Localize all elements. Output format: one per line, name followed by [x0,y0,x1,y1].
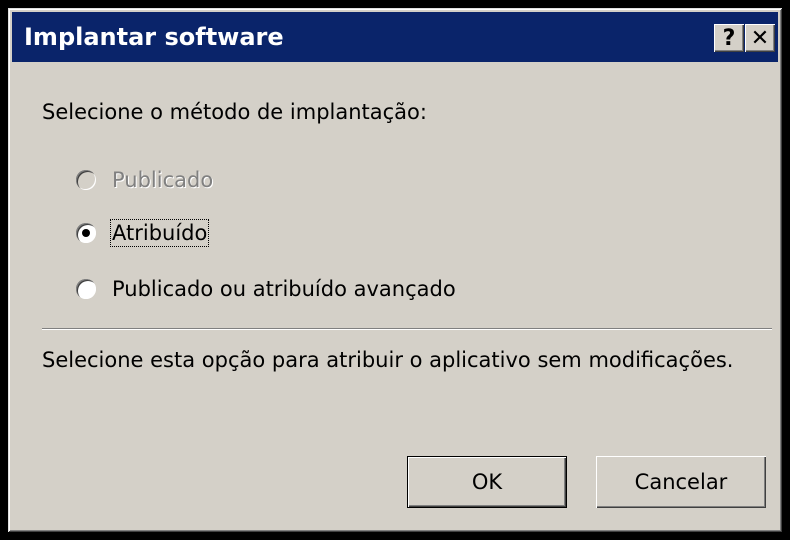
radio-selected-dot [82,229,90,237]
deploy-software-dialog: Implantar software ? ✕ Selecione o métod… [8,8,782,532]
radio-label-assigned: Atribuído [109,219,210,247]
window-title: Implantar software [24,23,284,51]
close-icon: ✕ [750,25,770,51]
radio-button-advanced[interactable] [76,279,96,299]
radio-label-published: Publicado [112,168,214,192]
radio-option-published[interactable]: Publicado [76,165,213,195]
option-description: Selecione esta opção para atribuir o apl… [42,348,734,372]
radio-button-published[interactable] [76,170,96,190]
radio-label-advanced: Publicado ou atribuído avançado [112,277,456,301]
radio-option-assigned[interactable]: Atribuído [76,218,210,248]
separator [42,328,772,330]
radio-button-assigned[interactable] [76,223,96,243]
radio-option-advanced[interactable]: Publicado ou atribuído avançado [76,274,456,304]
title-bar: Implantar software ? ✕ [12,12,778,62]
help-button[interactable]: ? [714,24,744,52]
cancel-button[interactable]: Cancelar [596,456,766,508]
deployment-method-prompt: Selecione o método de implantação: [42,100,427,124]
help-icon: ? [722,25,736,51]
close-button[interactable]: ✕ [745,24,775,52]
ok-button[interactable]: OK [407,456,567,508]
